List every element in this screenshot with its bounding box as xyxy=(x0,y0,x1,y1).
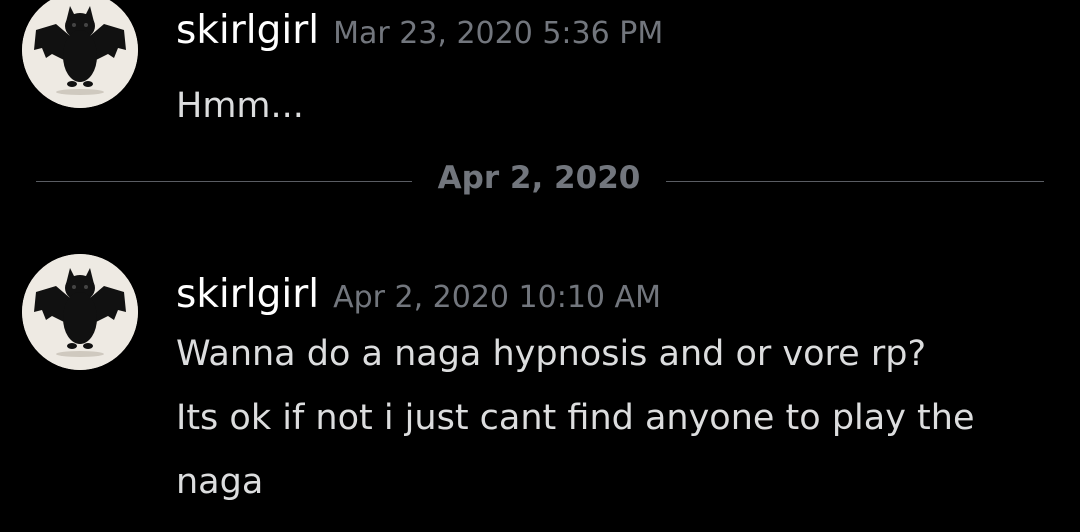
message-line: Hmm... xyxy=(176,86,304,126)
divider-line-right xyxy=(666,181,1044,182)
username[interactable]: skirlgirl xyxy=(176,8,319,53)
avatar[interactable] xyxy=(22,0,138,108)
avatar[interactable] xyxy=(22,254,138,370)
timestamp: Mar 23, 2020 5:36 PM xyxy=(333,16,664,51)
bat-cat-avatar-icon xyxy=(22,0,138,108)
message-header: skirlgirl Mar 23, 2020 5:36 PM xyxy=(176,8,663,53)
message-1: skirlgirl Mar 23, 2020 5:36 PM Hmm... xyxy=(0,0,1080,140)
message-line: naga xyxy=(176,462,264,502)
date-divider: Apr 2, 2020 xyxy=(36,158,1044,206)
message-content: Hmm... xyxy=(176,74,1056,138)
date-divider-label: Apr 2, 2020 xyxy=(437,160,641,196)
message-2: skirlgirl Apr 2, 2020 10:10 AM Wanna do a… xyxy=(0,250,1080,532)
username[interactable]: skirlgirl xyxy=(176,272,319,317)
timestamp: Apr 2, 2020 10:10 AM xyxy=(333,280,661,315)
divider-line-left xyxy=(36,181,412,182)
message-line: Its ok if not i just cant find anyone to… xyxy=(176,398,975,438)
message-line: Wanna do a naga hypnosis and or vore rp? xyxy=(176,334,927,374)
message-content: Wanna do a naga hypnosis and or vore rp?… xyxy=(176,322,1056,514)
message-header: skirlgirl Apr 2, 2020 10:10 AM xyxy=(176,272,661,317)
bat-cat-avatar-icon xyxy=(22,254,138,370)
